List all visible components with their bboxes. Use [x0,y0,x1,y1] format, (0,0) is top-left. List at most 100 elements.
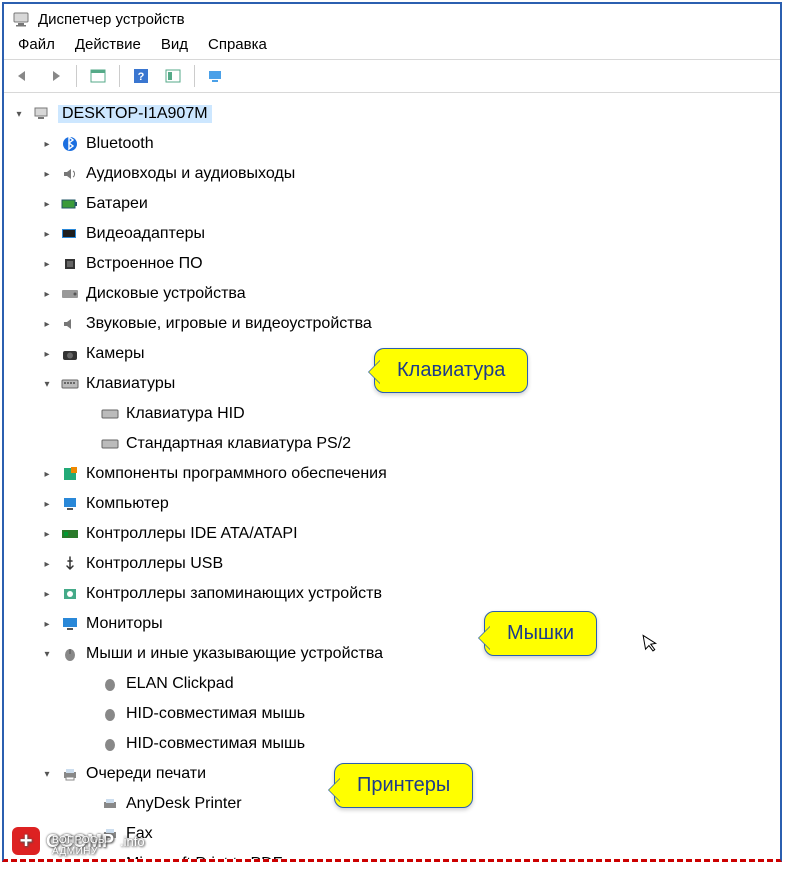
node-label: Компьютер [86,495,169,513]
help-button[interactable]: ? [128,64,154,88]
node-label: Мыши и иные указывающие устройства [86,645,383,663]
tree-node-bluetooth[interactable]: ▸ Bluetooth [10,129,778,159]
pc-icon [60,495,80,513]
keyboard-icon [100,405,120,423]
expand-icon[interactable]: ▸ [40,227,54,241]
show-hidden-button[interactable] [85,64,111,88]
expand-icon[interactable]: ▸ [40,257,54,271]
tree-node-software-components[interactable]: ▸ Компоненты программного обеспечения [10,459,778,489]
expand-icon[interactable]: ▸ [40,167,54,181]
mouse-icon [100,705,120,723]
bluetooth-icon [60,135,80,153]
tree-node-computer[interactable]: ▸ Компьютер [10,489,778,519]
window-title: Диспетчер устройств [38,11,185,28]
tree-node-keyboard-ps2[interactable]: Стандартная клавиатура PS/2 [10,429,778,459]
collapse-icon[interactable]: ▾ [40,377,54,391]
watermark: + OCOMP.info ВОПРОСЫ АДМИНУ [12,827,145,855]
titlebar: Диспетчер устройств [4,4,780,32]
expand-icon[interactable]: ▸ [40,137,54,151]
expand-icon[interactable]: ▸ [40,347,54,361]
tree-node-audio[interactable]: ▸ Аудиовходы и аудиовыходы [10,159,778,189]
expand-icon[interactable]: ▸ [40,287,54,301]
callout-keyboard: Клавиатура [374,348,528,393]
menu-help[interactable]: Справка [208,36,267,53]
tree-node-video[interactable]: ▸ Видеоадаптеры [10,219,778,249]
tree-node-usb[interactable]: ▸ Контроллеры USB [10,549,778,579]
svg-text:?: ? [138,71,145,83]
speaker-icon [60,165,80,183]
menu-action[interactable]: Действие [75,36,141,53]
menu-view[interactable]: Вид [161,36,188,53]
camera-icon [60,345,80,363]
node-label: Очереди печати [86,765,206,783]
mouse-icon [100,735,120,753]
node-label: Видеоадаптеры [86,225,205,243]
toolbar-separator [76,65,77,87]
properties-button[interactable] [160,64,186,88]
tree-root-label: DESKTOP-I1A907M [58,105,212,123]
expand-icon[interactable]: ▸ [40,317,54,331]
expand-icon[interactable]: ▸ [40,557,54,571]
device-tree[interactable]: ▾ DESKTOP-I1A907M ▸ Bluetooth [10,99,778,859]
monitor-icon [60,615,80,633]
expand-icon[interactable]: ▸ [40,617,54,631]
node-label: HID-совместимая мышь [126,735,305,753]
node-label: Батареи [86,195,148,213]
expand-icon[interactable]: ▸ [40,497,54,511]
forward-button[interactable] [42,64,68,88]
collapse-icon[interactable]: ▾ [40,767,54,781]
node-label: Встроенное ПО [86,255,203,273]
watermark-sub: ВОПРОСЫ АДМИНУ [52,835,145,857]
usb-icon [60,555,80,573]
disk-drive-icon [60,285,80,303]
callout-mice: Мышки [484,611,597,656]
tree-node-sound[interactable]: ▸ Звуковые, игровые и видеоустройства [10,309,778,339]
scan-hardware-button[interactable] [203,64,229,88]
tree-node-monitors[interactable]: ▸ Мониторы [10,609,778,639]
tree-root-row[interactable]: ▾ DESKTOP-I1A907M [10,99,778,129]
back-button[interactable] [10,64,36,88]
node-label: Мониторы [86,615,163,633]
node-label: Дисковые устройства [86,285,246,303]
node-label: Контроллеры USB [86,555,223,573]
tree-node-ide[interactable]: ▸ Контроллеры IDE ATA/ATAPI [10,519,778,549]
node-label: Компоненты программного обеспечения [86,465,387,483]
tree-node-hid-mouse-1[interactable]: HID-совместимая мышь [10,699,778,729]
node-label: Звуковые, игровые и видеоустройства [86,315,372,333]
node-label: Стандартная клавиатура PS/2 [126,435,351,453]
computer-icon [32,105,52,123]
device-tree-pane: ▾ DESKTOP-I1A907M ▸ Bluetooth [4,93,780,859]
tree-node-storage-controllers[interactable]: ▸ Контроллеры запоминающих устройств [10,579,778,609]
toolbar-separator [119,65,120,87]
toolbar: ? [4,60,780,93]
node-label: Контроллеры IDE ATA/ATAPI [86,525,298,543]
display-adapter-icon [60,225,80,243]
tree-node-hid-mouse-2[interactable]: HID-совместимая мышь [10,729,778,759]
tree-node-keyboard-hid[interactable]: Клавиатура HID [10,399,778,429]
printer-icon [100,795,120,813]
expand-icon[interactable]: ▸ [40,587,54,601]
callout-text: Принтеры [357,774,450,796]
expand-icon[interactable]: ▸ [40,527,54,541]
menubar: Файл Действие Вид Справка [4,32,780,60]
callout-printers: Принтеры [334,763,473,808]
tree-node-elan-clickpad[interactable]: ELAN Clickpad [10,669,778,699]
tree-node-mice[interactable]: ▾ Мыши и иные указывающие устройства [10,639,778,669]
watermark-plus-icon: + [12,827,40,855]
sound-icon [60,315,80,333]
tree-node-battery[interactable]: ▸ Батареи [10,189,778,219]
collapse-icon[interactable]: ▾ [40,647,54,661]
menu-file[interactable]: Файл [18,36,55,53]
ide-controller-icon [60,525,80,543]
tree-node-disk[interactable]: ▸ Дисковые устройства [10,279,778,309]
collapse-icon[interactable]: ▾ [12,107,26,121]
expand-icon[interactable]: ▸ [40,467,54,481]
node-label: AnyDesk Printer [126,795,242,813]
node-label: HID-совместимая мышь [126,705,305,723]
expand-icon[interactable]: ▸ [40,197,54,211]
node-label: ELAN Clickpad [126,675,234,693]
keyboard-icon [60,375,80,393]
callout-text: Мышки [507,622,574,644]
software-component-icon [60,465,80,483]
tree-node-firmware[interactable]: ▸ Встроенное ПО [10,249,778,279]
